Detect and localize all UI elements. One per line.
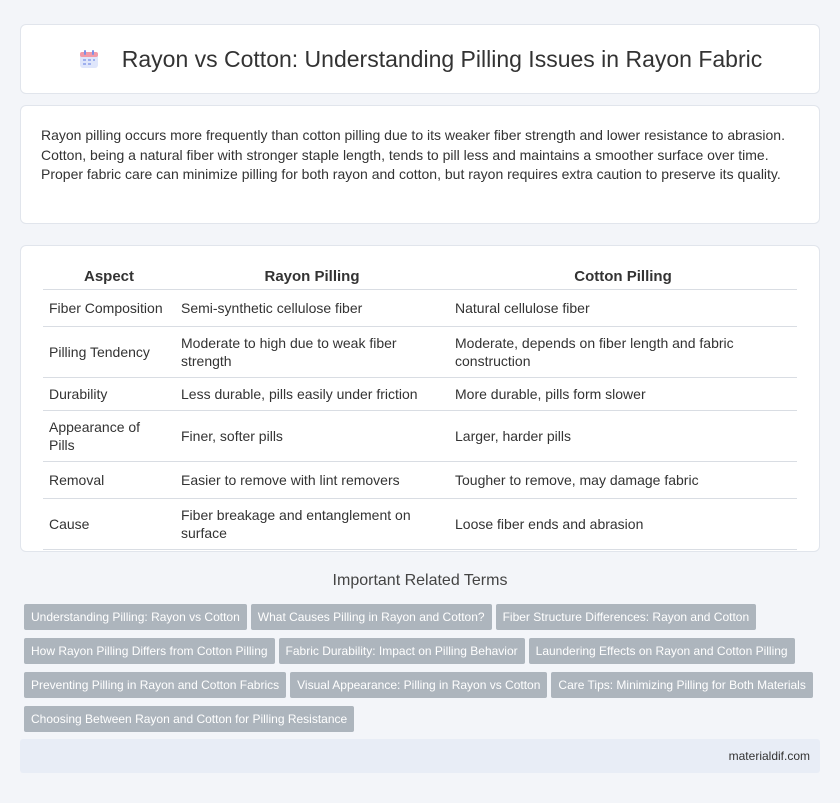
related-term-tag[interactable]: What Causes Pilling in Rayon and Cotton? [250, 604, 492, 630]
table-header-row: Aspect Rayon Pilling Cotton Pilling [43, 262, 797, 290]
header-rayon: Rayon Pilling [175, 262, 449, 290]
related-terms-list: Understanding Pilling: Rayon vs Cotton Wh… [24, 604, 824, 740]
table-cell: Moderate to high due to weak fiber stren… [175, 326, 449, 378]
related-term-tag[interactable]: Fabric Durability: Impact on Pilling Beh… [278, 638, 525, 664]
site-name[interactable]: materialdif.com [729, 749, 810, 763]
calendar-icon [78, 48, 100, 70]
table-row: Fiber Composition Semi-synthetic cellulo… [43, 289, 797, 327]
header-aspect: Aspect [43, 262, 175, 290]
intro-paragraph: Rayon pilling occurs more frequently tha… [41, 127, 785, 182]
intro-card: Rayon pilling occurs more frequently tha… [20, 105, 820, 224]
table-row: Pilling Tendency Moderate to high due to… [43, 326, 797, 378]
table-cell: Fiber breakage and entanglement on surfa… [175, 498, 449, 550]
table-cell: Finer, softer pills [175, 410, 449, 462]
related-term-tag[interactable]: Visual Appearance: Pilling in Rayon vs C… [290, 672, 548, 698]
table-row: Appearance of Pills Finer, softer pills … [43, 410, 797, 462]
related-term-tag[interactable]: Fiber Structure Differences: Rayon and C… [495, 604, 757, 630]
table-row: Durability Less durable, pills easily un… [43, 377, 797, 411]
table-cell: Semi-synthetic cellulose fiber [175, 289, 449, 327]
table-cell: Appearance of Pills [43, 410, 175, 462]
related-terms-title: Important Related Terms [332, 572, 508, 589]
related-term-tag[interactable]: How Rayon Pilling Differs from Cotton Pi… [24, 638, 275, 664]
header-card: Rayon vs Cotton: Understanding Pilling I… [20, 24, 820, 94]
table-cell: Durability [43, 377, 175, 411]
table-cell: Easier to remove with lint removers [175, 461, 449, 499]
related-term-tag[interactable]: Choosing Between Rayon and Cotton for Pi… [24, 706, 355, 732]
table-cell: Less durable, pills easily under frictio… [175, 377, 449, 411]
table-cell: Pilling Tendency [43, 326, 175, 378]
footer: materialdif.com [20, 739, 820, 773]
related-term-tag[interactable]: Preventing Pilling in Rayon and Cotton F… [24, 672, 287, 698]
table-row: Removal Easier to remove with lint remov… [43, 461, 797, 499]
related-term-tag[interactable]: Understanding Pilling: Rayon vs Cotton [24, 604, 247, 630]
related-term-tag[interactable]: Laundering Effects on Rayon and Cotton P… [528, 638, 795, 664]
table-cell: More durable, pills form slower [449, 377, 797, 411]
header-cotton: Cotton Pilling [449, 262, 797, 290]
table-cell: Removal [43, 461, 175, 499]
page-title: Rayon vs Cotton: Understanding Pilling I… [121, 45, 763, 72]
table-cell: Natural cellulose fiber [449, 289, 797, 327]
table-cell: Tougher to remove, may damage fabric [449, 461, 797, 499]
related-term-tag[interactable]: Care Tips: Minimizing Pilling for Both M… [551, 672, 813, 698]
comparison-table-card: Aspect Rayon Pilling Cotton Pilling Fibe… [20, 245, 820, 552]
comparison-table: Aspect Rayon Pilling Cotton Pilling Fibe… [43, 262, 797, 550]
table-cell: Cause [43, 498, 175, 550]
table-cell: Larger, harder pills [449, 410, 797, 462]
table-cell: Loose fiber ends and abrasion [449, 498, 797, 550]
table-row: Cause Fiber breakage and entanglement on… [43, 498, 797, 550]
table-cell: Moderate, depends on fiber length and fa… [449, 326, 797, 378]
table-cell: Fiber Composition [43, 289, 175, 327]
